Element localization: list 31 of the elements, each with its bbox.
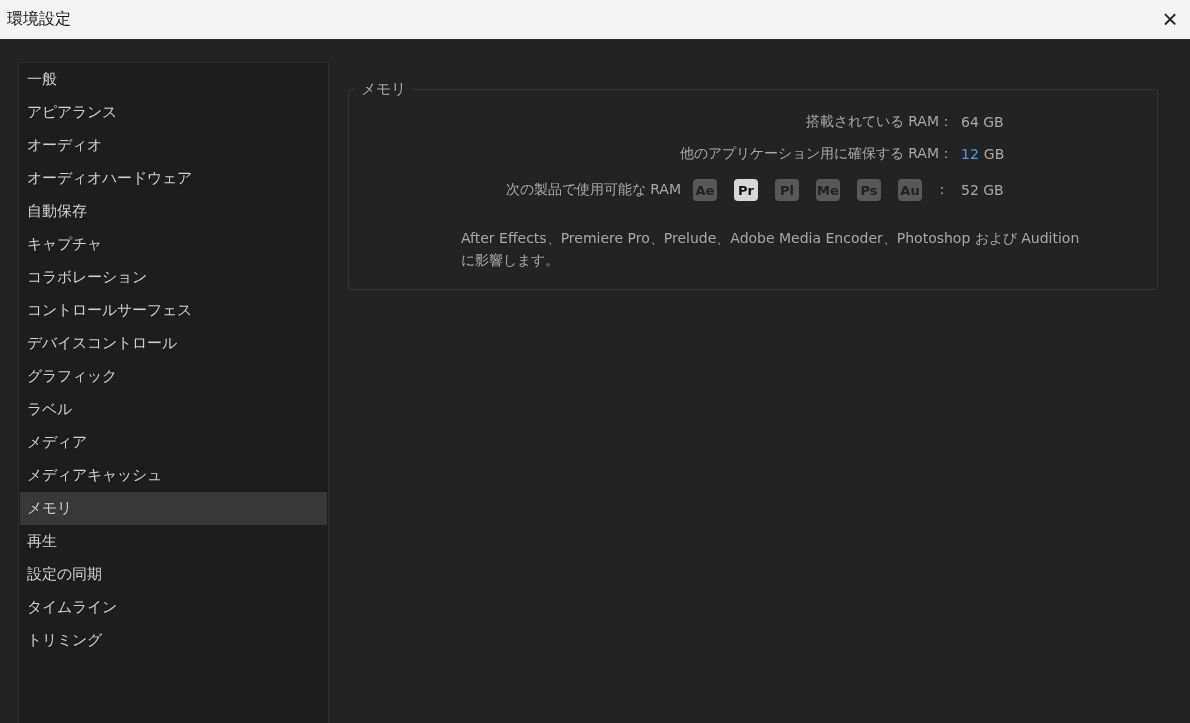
colon: ：: [935, 181, 949, 199]
note-text: After Effects、Premiere Pro、Prelude、Adobe Media Encoder、Photoshop および Audition に影響します。: [461, 229, 1081, 270]
app-badge: Pr: [734, 179, 758, 201]
sidebar-item[interactable]: オーディオハードウェア: [20, 162, 327, 195]
reserved-ram-unit: GB: [983, 146, 1005, 162]
sidebar-item[interactable]: アピアランス: [20, 96, 327, 129]
sidebar-item[interactable]: トリミング: [20, 624, 327, 657]
available-ram-value: 52 GB: [961, 182, 1005, 198]
sidebar-item[interactable]: メディア: [20, 426, 327, 459]
installed-ram-label: 搭載されている RAM：: [805, 113, 953, 131]
sidebar-item[interactable]: コラボレーション: [20, 261, 327, 294]
sidebar-item[interactable]: オーディオ: [20, 129, 327, 162]
sidebar-item[interactable]: タイムライン: [20, 591, 327, 624]
close-button[interactable]: ×: [1150, 0, 1190, 39]
sidebar-item[interactable]: 一般: [20, 63, 327, 96]
sidebar-item[interactable]: 再生: [20, 525, 327, 558]
reserved-ram-label: 他のアプリケーション用に確保する RAM：: [679, 145, 953, 163]
sidebar-item[interactable]: グラフィック: [20, 360, 327, 393]
group-legend: メモリ: [355, 80, 412, 99]
sidebar-item[interactable]: 設定の同期: [20, 558, 327, 591]
sidebar-item[interactable]: コントロールサーフェス: [20, 294, 327, 327]
reserved-ram-value[interactable]: 12: [961, 146, 979, 162]
installed-ram-value: 64 GB: [961, 114, 1005, 130]
sidebar-item[interactable]: デバイスコントロール: [20, 327, 327, 360]
sidebar-item[interactable]: メディアキャッシュ: [20, 459, 327, 492]
available-ram-label: 次の製品で使用可能な RAM: [505, 181, 681, 199]
window-title: 環境設定: [6, 9, 71, 30]
sidebar-item[interactable]: ラベル: [20, 393, 327, 426]
sidebar-item[interactable]: 自動保存: [20, 195, 327, 228]
sidebar-item[interactable]: メモリ: [20, 492, 327, 525]
sidebar-item[interactable]: キャプチャ: [20, 228, 327, 261]
